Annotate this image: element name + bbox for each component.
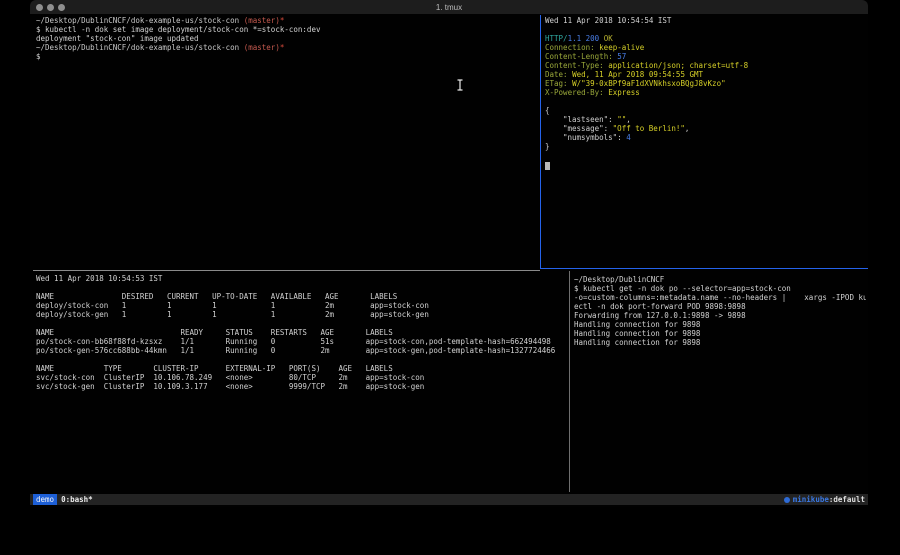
kube-namespace: :default [829, 495, 865, 504]
command-line-wrap: -o=custom-columns=:metadata.name --no-he… [574, 293, 866, 302]
tmux-window-label[interactable]: 0:bash* [61, 495, 93, 504]
blank-line [36, 319, 568, 328]
deployment-row: deploy/stock-con 1 1 1 1 2m app=stock-co… [36, 301, 568, 310]
json-value: "" [617, 115, 626, 124]
command-line-wrap: ectl -n dok port-forward POD 9898:9898 [574, 302, 866, 311]
json-open-brace: { [545, 106, 865, 115]
services-table-header: NAME TYPE CLUSTER-IP EXTERNAL-IP PORT(S)… [36, 364, 568, 373]
pane-top-left-shell[interactable]: ~/Desktop/DublinCNCF/dok-example-us/stoc… [36, 16, 536, 61]
command-line: $ kubectl -n dok set image deployment/st… [36, 25, 536, 34]
prompt-line: ~/Desktop/DublinCNCF/dok-example-us/stoc… [36, 16, 536, 25]
connection-log: Handling connection for 9898 [574, 338, 866, 347]
json-comma: , [685, 124, 690, 133]
pane-timestamp: Wed 11 Apr 2018 10:54:53 IST [36, 274, 568, 283]
json-key: "message" [563, 124, 604, 133]
prompt-path: ~/Desktop/DublinCNCF [574, 275, 866, 284]
http-reason: OK [599, 34, 613, 43]
blank-line [36, 355, 568, 364]
kubernetes-helm-icon [784, 497, 790, 503]
forwarding-status: Forwarding from 127.0.0.1:9898 -> 9898 [574, 311, 866, 320]
pods-table-header: NAME READY STATUS RESTARTS AGE LABELS [36, 328, 568, 337]
header-value: Wed, 11 Apr 2018 09:54:55 GMT [572, 70, 703, 79]
json-comma: , [626, 115, 631, 124]
deployments-table-header: NAME DESIRED CURRENT UP-TO-DATE AVAILABL… [36, 292, 568, 301]
terminal-window: 1. tmux ~/Desktop/DublinCNCF/dok-example… [30, 0, 868, 507]
http-header: Content-Length:57 [545, 52, 865, 61]
header-name: Date: [545, 70, 572, 79]
blank-line [545, 25, 865, 34]
header-name: Connection: [545, 43, 599, 52]
pane-bottom-right-portforward[interactable]: ~/Desktop/DublinCNCF $ kubectl get -n do… [574, 275, 866, 347]
prompt-path: ~/Desktop/DublinCNCF/dok-example-us/stoc… [36, 43, 244, 52]
http-header: Date:Wed, 11 Apr 2018 09:54:55 GMT [545, 70, 865, 79]
command-line: $ kubectl get -n dok po --selector=app=s… [574, 284, 866, 293]
json-separator: : [617, 133, 626, 142]
json-line: "lastseen": "", [545, 115, 865, 124]
active-pane-divider-horizontal[interactable] [540, 268, 868, 269]
http-proto: HTTP/ [545, 34, 568, 43]
mouse-ibeam-pointer [456, 76, 464, 88]
pane-bottom-left-kubectl[interactable]: Wed 11 Apr 2018 10:54:53 IST NAME DESIRE… [36, 274, 568, 391]
prompt-path: ~/Desktop/DublinCNCF/dok-example-us/stoc… [36, 16, 244, 25]
shell-prompt: $ [36, 52, 536, 61]
http-status-line: HTTP/1.1 200OK [545, 34, 865, 43]
http-header: Connection:keep-alive [545, 43, 865, 52]
header-name: ETag: [545, 79, 572, 88]
active-pane-divider-vertical[interactable] [540, 15, 541, 269]
tmux-status-bar: demo 0:bash* minikube:default [30, 494, 868, 505]
service-row: svc/stock-con ClusterIP 10.106.78.249 <n… [36, 373, 568, 382]
pod-row: po/stock-con-bb68f88fd-kzsxz 1/1 Running… [36, 337, 568, 346]
kube-context: minikube [793, 495, 829, 504]
service-row: svc/stock-gen ClusterIP 10.109.3.177 <no… [36, 382, 568, 391]
header-value: keep-alive [599, 43, 644, 52]
status-left: demo 0:bash* [33, 494, 93, 505]
git-dirty-flag: * [280, 43, 285, 52]
http-header: ETag:W/"39-0xBPf9aF1dXVNkhsxoBQgJ8vKzo" [545, 79, 865, 88]
blank-line [36, 283, 568, 292]
json-separator: : [604, 124, 613, 133]
json-value: 4 [626, 133, 631, 142]
deployment-row: deploy/stock-gen 1 1 1 1 2m app=stock-ge… [36, 310, 568, 319]
git-dirty-flag: * [280, 16, 285, 25]
prompt-line: ~/Desktop/DublinCNCF/dok-example-us/stoc… [36, 43, 536, 52]
http-header: X-Powered-By:Express [545, 88, 865, 97]
json-key: "lastseen" [563, 115, 608, 124]
session-name-badge: demo [33, 494, 57, 505]
json-separator: : [608, 115, 617, 124]
window-titlebar[interactable]: 1. tmux [30, 0, 868, 14]
header-value: 57 [617, 52, 626, 61]
connection-log: Handling connection for 9898 [574, 329, 866, 338]
json-key: "numsymbols" [563, 133, 617, 142]
header-name: Content-Type: [545, 61, 608, 70]
json-close-brace: } [545, 142, 865, 151]
json-value: "Off to Berlin!" [613, 124, 685, 133]
git-branch: (master) [244, 16, 280, 25]
header-value: W/"39-0xBPf9aF1dXVNkhsxoBQgJ8vKzo" [572, 79, 726, 88]
pane-timestamp: Wed 11 Apr 2018 10:54:54 IST [545, 16, 865, 25]
http-header: Content-Type:application/json; charset=u… [545, 61, 865, 70]
json-line: "numsymbols": 4 [545, 133, 865, 142]
pane-divider-vertical[interactable] [569, 271, 570, 492]
connection-log: Handling connection for 9898 [574, 320, 866, 329]
header-value: application/json; charset=utf-8 [608, 61, 748, 70]
terminal-cursor [545, 162, 550, 170]
http-version-status: 1.1 200 [568, 34, 600, 43]
git-branch: (master) [244, 43, 280, 52]
pane-divider-horizontal[interactable] [33, 270, 540, 271]
status-right: minikube:default [784, 494, 865, 505]
window-title: 1. tmux [30, 0, 868, 14]
blank-line [545, 97, 865, 106]
header-name: Content-Length: [545, 52, 617, 61]
pod-row: po/stock-gen-576cc688bb-44kmn 1/1 Runnin… [36, 346, 568, 355]
header-value: Express [608, 88, 640, 97]
command-output: deployment "stock-con" image updated [36, 34, 536, 43]
pane-top-right-http[interactable]: Wed 11 Apr 2018 10:54:54 IST HTTP/1.1 20… [545, 16, 865, 151]
header-name: X-Powered-By: [545, 88, 608, 97]
json-line: "message": "Off to Berlin!", [545, 124, 865, 133]
